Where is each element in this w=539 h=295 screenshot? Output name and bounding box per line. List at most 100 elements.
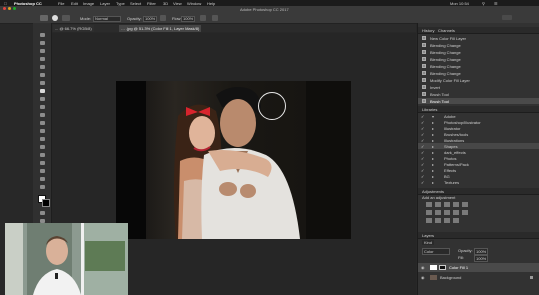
check-icon[interactable]: ✓ [421,138,424,143]
path-selection-tool-icon[interactable] [40,161,45,165]
airbrush-icon[interactable] [200,15,206,21]
tab-channels[interactable]: Channels [438,28,455,33]
vibrance-icon[interactable] [462,202,468,207]
brightness-contrast-icon[interactable] [426,202,432,207]
document-tab-1[interactable]: ... @ 66.7% (RGB/8) [53,25,94,32]
layer-opacity-field[interactable]: 100% [474,248,489,255]
pen-tool-icon[interactable] [40,145,45,149]
gradient-tool-icon[interactable] [40,121,45,125]
minimize-window-icon[interactable] [8,7,11,10]
library-item[interactable]: ✓ ▸ Textures [418,179,539,185]
menu-item-help[interactable]: Help [207,1,215,6]
black-white-icon[interactable] [444,210,450,215]
layer-filter-kind[interactable]: Kind [422,240,435,245]
visibility-eye-icon[interactable]: ◉ [421,275,425,280]
opacity-field[interactable]: 100% [143,16,157,22]
curves-icon[interactable] [444,202,450,207]
layer-fill-field[interactable]: 100% [474,255,489,262]
menu-item-select[interactable]: Select [130,1,141,6]
pressure-opacity-icon[interactable] [160,15,166,21]
check-icon[interactable]: ✓ [421,114,424,119]
quick-mask-icon[interactable] [40,211,45,215]
tab-libraries[interactable]: Libraries [422,107,437,112]
history-item[interactable]: Blending Change [418,42,539,48]
history-item[interactable]: Blending Change [418,56,539,62]
layer-row-color-fill[interactable]: ◉ Color Fill 1 [418,263,539,272]
mask-thumbnail[interactable] [439,265,446,270]
eraser-tool-icon[interactable] [40,113,45,117]
shape-tool-icon[interactable] [40,169,45,173]
menu-item-file[interactable]: File [58,1,64,6]
visibility-eye-icon[interactable]: ◉ [421,265,425,270]
history-item[interactable]: Blending Change [418,63,539,69]
menu-item-window[interactable]: Window [187,1,201,6]
search-icon[interactable]: ⚲ [482,1,485,6]
menu-item-edit[interactable]: Edit [71,1,78,6]
channel-mixer-icon[interactable] [462,210,468,215]
tab-layers[interactable]: Layers [422,233,434,238]
color-balance-icon[interactable] [435,210,441,215]
menu-item-app[interactable]: Photoshop CC [14,1,42,6]
menu-item-filter[interactable]: Filter [147,1,156,6]
marquee-tool-icon[interactable] [40,41,45,45]
type-tool-icon[interactable] [40,153,45,157]
hand-tool-icon[interactable] [40,177,45,181]
zoom-window-icon[interactable] [13,7,16,10]
brush-size-icon[interactable] [52,15,58,21]
history-brush-tool-icon[interactable] [40,105,45,109]
menu-item-layer[interactable]: Layer [100,1,110,6]
posterize-icon[interactable] [435,218,441,223]
check-icon[interactable]: ✓ [421,156,424,161]
invert-icon[interactable] [426,218,432,223]
menu-item-view[interactable]: View [173,1,182,6]
tab-history[interactable]: History [422,28,434,33]
clone-stamp-tool-icon[interactable] [40,97,45,101]
levels-icon[interactable] [435,202,441,207]
check-icon[interactable]: ✓ [421,162,424,167]
brush-preset-icon[interactable] [40,15,48,21]
threshold-icon[interactable] [444,218,450,223]
layer-row-background[interactable]: ◉ Background [418,273,539,282]
menu-extras-icon[interactable]: ☰ [494,1,498,6]
check-icon[interactable]: ✓ [421,174,424,179]
document-tab-2[interactable]: … .jpg @ 51.3% (Color Fill 1, Layer Mask… [119,25,202,32]
lasso-tool-icon[interactable] [40,49,45,53]
check-icon[interactable]: ✓ [421,132,424,137]
history-item[interactable]: New Color Fill Layer [418,35,539,41]
history-item[interactable]: Modify Color Fill Layer [418,77,539,83]
move-tool-icon[interactable] [40,33,45,37]
exposure-icon[interactable] [453,202,459,207]
tab-adjustments[interactable]: Adjustments [422,189,444,194]
history-item-current[interactable]: Brush Tool [418,98,539,104]
zoom-tool-icon[interactable] [40,185,45,189]
history-item[interactable]: Blending Change [418,70,539,76]
workspace-icon[interactable] [502,15,512,20]
toggle-brush-panel-icon[interactable] [62,15,70,21]
dodge-tool-icon[interactable] [40,137,45,141]
check-icon[interactable]: ✓ [421,168,424,173]
check-icon[interactable]: ✓ [421,150,424,155]
brush-tool-icon[interactable] [40,89,45,93]
quick-select-tool-icon[interactable] [40,57,45,61]
check-icon[interactable]: ✓ [421,180,424,185]
close-window-icon[interactable] [3,7,6,10]
flow-field[interactable]: 100% [181,16,195,22]
menu-item-type[interactable]: Type [116,1,125,6]
hue-saturation-icon[interactable] [426,210,432,215]
eyedropper-tool-icon[interactable] [40,73,45,77]
crop-tool-icon[interactable] [40,65,45,69]
mode-select[interactable]: Normal [93,16,121,22]
healing-brush-tool-icon[interactable] [40,81,45,85]
pressure-size-icon[interactable] [212,15,218,21]
check-icon[interactable]: ✓ [421,144,424,149]
check-icon[interactable]: ✓ [421,120,424,125]
gradient-map-icon[interactable] [453,218,459,223]
apple-icon[interactable]:  [4,1,7,6]
check-icon[interactable]: ✓ [421,126,424,131]
menu-item-3d[interactable]: 3D [163,1,168,6]
photo-filter-icon[interactable] [453,210,459,215]
document-image[interactable] [116,81,351,239]
blur-tool-icon[interactable] [40,129,45,133]
history-item[interactable]: Brush Tool [418,91,539,97]
history-item[interactable]: Blending Change [418,49,539,55]
